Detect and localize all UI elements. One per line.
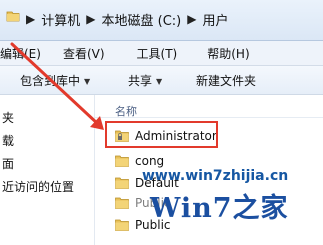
include-in-library-label: 包含到库中 bbox=[20, 74, 81, 88]
toolbar: 包含到库中 ▼ 共享 ▼ 新建文件夹 bbox=[0, 66, 323, 95]
breadcrumb-separator[interactable]: ▶ bbox=[183, 12, 200, 26]
breadcrumb-users[interactable]: 用户 bbox=[200, 10, 230, 29]
file-name: cong bbox=[135, 154, 165, 168]
folder-icon bbox=[6, 11, 20, 22]
navigation-pane: 夹 载 面 近访问的位置 bbox=[0, 95, 95, 245]
folder-icon bbox=[115, 219, 129, 231]
breadcrumb-separator[interactable]: ▶ bbox=[22, 12, 39, 26]
nav-item-downloads[interactable]: 载 bbox=[2, 132, 14, 149]
list-item[interactable]: Public bbox=[115, 194, 171, 212]
file-name: Public bbox=[135, 196, 171, 210]
nav-item-folder[interactable]: 夹 bbox=[2, 109, 14, 126]
folder-icon bbox=[115, 197, 129, 209]
file-list-pane: 名称 Administrator cong Default Public Pub… bbox=[95, 95, 323, 245]
address-bar: ▶ 计算机 ▶ 本地磁盘 (C:) ▶ 用户 bbox=[0, 0, 323, 41]
chevron-down-icon: ▼ bbox=[156, 77, 163, 86]
breadcrumb-computer[interactable]: 计算机 bbox=[39, 10, 82, 29]
new-folder-button[interactable]: 新建文件夹 bbox=[196, 72, 256, 89]
file-name: Public bbox=[135, 218, 171, 232]
list-item[interactable]: Default bbox=[115, 174, 179, 192]
breadcrumb: ▶ 计算机 ▶ 本地磁盘 (C:) ▶ 用户 bbox=[22, 6, 230, 32]
nav-item-desktop[interactable]: 面 bbox=[2, 155, 14, 172]
chevron-down-icon: ▼ bbox=[84, 77, 91, 86]
header-divider bbox=[95, 117, 323, 118]
highlight-box bbox=[105, 121, 218, 148]
menu-view[interactable]: 查看(V) bbox=[63, 45, 113, 62]
menu-edit[interactable]: 编辑(E) bbox=[0, 45, 49, 62]
breadcrumb-separator[interactable]: ▶ bbox=[82, 12, 99, 26]
share-button[interactable]: 共享 ▼ bbox=[128, 72, 162, 89]
list-item[interactable]: Public bbox=[115, 216, 171, 234]
include-in-library-button[interactable]: 包含到库中 ▼ bbox=[20, 72, 90, 89]
menu-bar: 编辑(E) 查看(V) 工具(T) 帮助(H) bbox=[0, 41, 323, 66]
menu-tools[interactable]: 工具(T) bbox=[137, 45, 186, 62]
list-item[interactable]: cong bbox=[115, 152, 164, 170]
folder-icon bbox=[115, 155, 129, 167]
menu-help[interactable]: 帮助(H) bbox=[207, 45, 257, 62]
file-name: Default bbox=[135, 176, 179, 190]
share-label: 共享 bbox=[128, 74, 153, 88]
breadcrumb-local-disk[interactable]: 本地磁盘 (C:) bbox=[99, 10, 183, 29]
folder-icon bbox=[115, 177, 129, 189]
nav-item-recent-places[interactable]: 近访问的位置 bbox=[2, 178, 74, 195]
